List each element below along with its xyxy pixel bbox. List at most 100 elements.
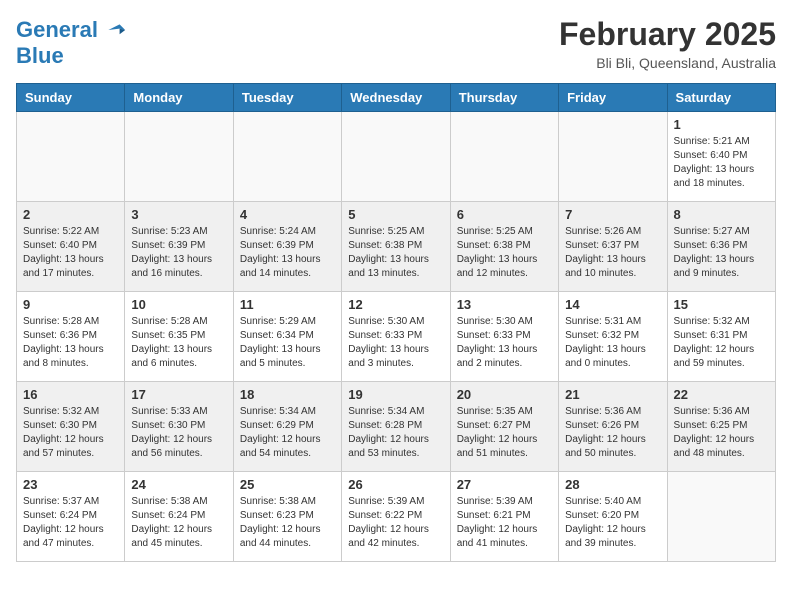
day-number: 14 (565, 297, 660, 312)
calendar-day-cell: 2 Sunrise: 5:22 AM Sunset: 6:40 PM Daylig… (17, 202, 125, 292)
calendar-day-cell: 28 Sunrise: 5:40 AM Sunset: 6:20 PM Dayli… (559, 472, 667, 562)
day-number: 22 (674, 387, 769, 402)
day-info: Sunrise: 5:40 AM Sunset: 6:20 PM Dayligh… (565, 495, 660, 551)
calendar-day-cell: 24 Sunrise: 5:38 AM Sunset: 6:24 PM Dayli… (125, 472, 233, 562)
day-info: Sunrise: 5:39 AM Sunset: 6:21 PM Dayligh… (457, 495, 552, 551)
day-info: Sunrise: 5:22 AM Sunset: 6:40 PM Dayligh… (23, 225, 118, 281)
day-number: 28 (565, 477, 660, 492)
calendar-day-cell (667, 472, 775, 562)
calendar-day-cell: 6 Sunrise: 5:25 AM Sunset: 6:38 PM Daylig… (450, 202, 558, 292)
calendar-week-row: 9 Sunrise: 5:28 AM Sunset: 6:36 PM Daylig… (17, 292, 776, 382)
day-info: Sunrise: 5:37 AM Sunset: 6:24 PM Dayligh… (23, 495, 118, 551)
day-info: Sunrise: 5:21 AM Sunset: 6:40 PM Dayligh… (674, 135, 769, 191)
day-info: Sunrise: 5:35 AM Sunset: 6:27 PM Dayligh… (457, 405, 552, 461)
calendar-day-cell: 15 Sunrise: 5:32 AM Sunset: 6:31 PM Dayli… (667, 292, 775, 382)
day-number: 27 (457, 477, 552, 492)
calendar-day-cell: 1 Sunrise: 5:21 AM Sunset: 6:40 PM Daylig… (667, 112, 775, 202)
calendar-day-cell: 4 Sunrise: 5:24 AM Sunset: 6:39 PM Daylig… (233, 202, 341, 292)
calendar-table: SundayMondayTuesdayWednesdayThursdayFrid… (16, 83, 776, 562)
day-number: 10 (131, 297, 226, 312)
day-info: Sunrise: 5:30 AM Sunset: 6:33 PM Dayligh… (457, 315, 552, 371)
weekday-header-friday: Friday (559, 84, 667, 112)
calendar-day-cell (450, 112, 558, 202)
day-info: Sunrise: 5:25 AM Sunset: 6:38 PM Dayligh… (348, 225, 443, 281)
calendar-day-cell: 20Sunrise: 5:35 AM Sunset: 6:27 PM Dayli… (450, 382, 558, 472)
calendar-week-row: 16 Sunrise: 5:32 AM Sunset: 6:30 PM Dayli… (17, 382, 776, 472)
weekday-header-saturday: Saturday (667, 84, 775, 112)
day-info: Sunrise: 5:26 AM Sunset: 6:37 PM Dayligh… (565, 225, 660, 281)
day-info: Sunrise: 5:23 AM Sunset: 6:39 PM Dayligh… (131, 225, 226, 281)
location: Bli Bli, Queensland, Australia (559, 55, 776, 71)
calendar-day-cell: 8Sunrise: 5:27 AM Sunset: 6:36 PM Daylig… (667, 202, 775, 292)
calendar-week-row: 2 Sunrise: 5:22 AM Sunset: 6:40 PM Daylig… (17, 202, 776, 292)
calendar-day-cell: 16 Sunrise: 5:32 AM Sunset: 6:30 PM Dayli… (17, 382, 125, 472)
day-info: Sunrise: 5:39 AM Sunset: 6:22 PM Dayligh… (348, 495, 443, 551)
day-info: Sunrise: 5:34 AM Sunset: 6:29 PM Dayligh… (240, 405, 335, 461)
weekday-header-wednesday: Wednesday (342, 84, 450, 112)
day-info: Sunrise: 5:38 AM Sunset: 6:23 PM Dayligh… (240, 495, 335, 551)
weekday-header-thursday: Thursday (450, 84, 558, 112)
calendar-day-cell: 22 Sunrise: 5:36 AM Sunset: 6:25 PM Dayli… (667, 382, 775, 472)
day-info: Sunrise: 5:30 AM Sunset: 6:33 PM Dayligh… (348, 315, 443, 371)
logo-blue-text: Blue (16, 44, 64, 68)
logo-text: General (16, 18, 98, 42)
day-number: 18 (240, 387, 335, 402)
day-number: 24 (131, 477, 226, 492)
day-info: Sunrise: 5:36 AM Sunset: 6:26 PM Dayligh… (565, 405, 660, 461)
weekday-header-tuesday: Tuesday (233, 84, 341, 112)
calendar-day-cell: 5 Sunrise: 5:25 AM Sunset: 6:38 PM Daylig… (342, 202, 450, 292)
day-info: Sunrise: 5:32 AM Sunset: 6:31 PM Dayligh… (674, 315, 769, 371)
day-number: 2 (23, 207, 118, 222)
day-number: 15 (674, 297, 769, 312)
title-block: February 2025 Bli Bli, Queensland, Austr… (559, 16, 776, 71)
day-info: Sunrise: 5:25 AM Sunset: 6:38 PM Dayligh… (457, 225, 552, 281)
calendar-day-cell (125, 112, 233, 202)
day-info: Sunrise: 5:38 AM Sunset: 6:24 PM Dayligh… (131, 495, 226, 551)
weekday-header-sunday: Sunday (17, 84, 125, 112)
day-number: 5 (348, 207, 443, 222)
day-info: Sunrise: 5:36 AM Sunset: 6:25 PM Dayligh… (674, 405, 769, 461)
day-info: Sunrise: 5:33 AM Sunset: 6:30 PM Dayligh… (131, 405, 226, 461)
day-number: 7 (565, 207, 660, 222)
day-number: 9 (23, 297, 118, 312)
day-number: 11 (240, 297, 335, 312)
day-info: Sunrise: 5:34 AM Sunset: 6:28 PM Dayligh… (348, 405, 443, 461)
calendar-day-cell: 12 Sunrise: 5:30 AM Sunset: 6:33 PM Dayli… (342, 292, 450, 382)
calendar-day-cell: 17 Sunrise: 5:33 AM Sunset: 6:30 PM Dayli… (125, 382, 233, 472)
calendar-week-row: 1 Sunrise: 5:21 AM Sunset: 6:40 PM Daylig… (17, 112, 776, 202)
calendar-week-row: 23Sunrise: 5:37 AM Sunset: 6:24 PM Dayli… (17, 472, 776, 562)
day-info: Sunrise: 5:28 AM Sunset: 6:35 PM Dayligh… (131, 315, 226, 371)
day-info: Sunrise: 5:24 AM Sunset: 6:39 PM Dayligh… (240, 225, 335, 281)
day-number: 12 (348, 297, 443, 312)
day-number: 8 (674, 207, 769, 222)
calendar-day-cell: 23Sunrise: 5:37 AM Sunset: 6:24 PM Dayli… (17, 472, 125, 562)
day-info: Sunrise: 5:29 AM Sunset: 6:34 PM Dayligh… (240, 315, 335, 371)
day-info: Sunrise: 5:31 AM Sunset: 6:32 PM Dayligh… (565, 315, 660, 371)
day-number: 17 (131, 387, 226, 402)
calendar-day-cell: 26 Sunrise: 5:39 AM Sunset: 6:22 PM Dayli… (342, 472, 450, 562)
calendar-day-cell: 10 Sunrise: 5:28 AM Sunset: 6:35 PM Dayli… (125, 292, 233, 382)
day-number: 16 (23, 387, 118, 402)
logo-bird-icon (100, 16, 128, 44)
day-number: 25 (240, 477, 335, 492)
day-number: 1 (674, 117, 769, 132)
calendar-day-cell: 25 Sunrise: 5:38 AM Sunset: 6:23 PM Dayli… (233, 472, 341, 562)
day-number: 21 (565, 387, 660, 402)
day-info: Sunrise: 5:32 AM Sunset: 6:30 PM Dayligh… (23, 405, 118, 461)
day-number: 6 (457, 207, 552, 222)
calendar-day-cell: 18 Sunrise: 5:34 AM Sunset: 6:29 PM Dayli… (233, 382, 341, 472)
day-info: Sunrise: 5:28 AM Sunset: 6:36 PM Dayligh… (23, 315, 118, 371)
calendar-day-cell: 21 Sunrise: 5:36 AM Sunset: 6:26 PM Dayli… (559, 382, 667, 472)
calendar-day-cell: 3Sunrise: 5:23 AM Sunset: 6:39 PM Daylig… (125, 202, 233, 292)
calendar-day-cell (559, 112, 667, 202)
calendar-day-cell: 14 Sunrise: 5:31 AM Sunset: 6:32 PM Dayli… (559, 292, 667, 382)
day-number: 4 (240, 207, 335, 222)
calendar-day-cell: 11 Sunrise: 5:29 AM Sunset: 6:34 PM Dayli… (233, 292, 341, 382)
weekday-header-row: SundayMondayTuesdayWednesdayThursdayFrid… (17, 84, 776, 112)
calendar-day-cell: 7 Sunrise: 5:26 AM Sunset: 6:37 PM Daylig… (559, 202, 667, 292)
calendar-day-cell: 9 Sunrise: 5:28 AM Sunset: 6:36 PM Daylig… (17, 292, 125, 382)
calendar-day-cell (17, 112, 125, 202)
calendar-day-cell (233, 112, 341, 202)
month-title: February 2025 (559, 16, 776, 53)
day-number: 26 (348, 477, 443, 492)
